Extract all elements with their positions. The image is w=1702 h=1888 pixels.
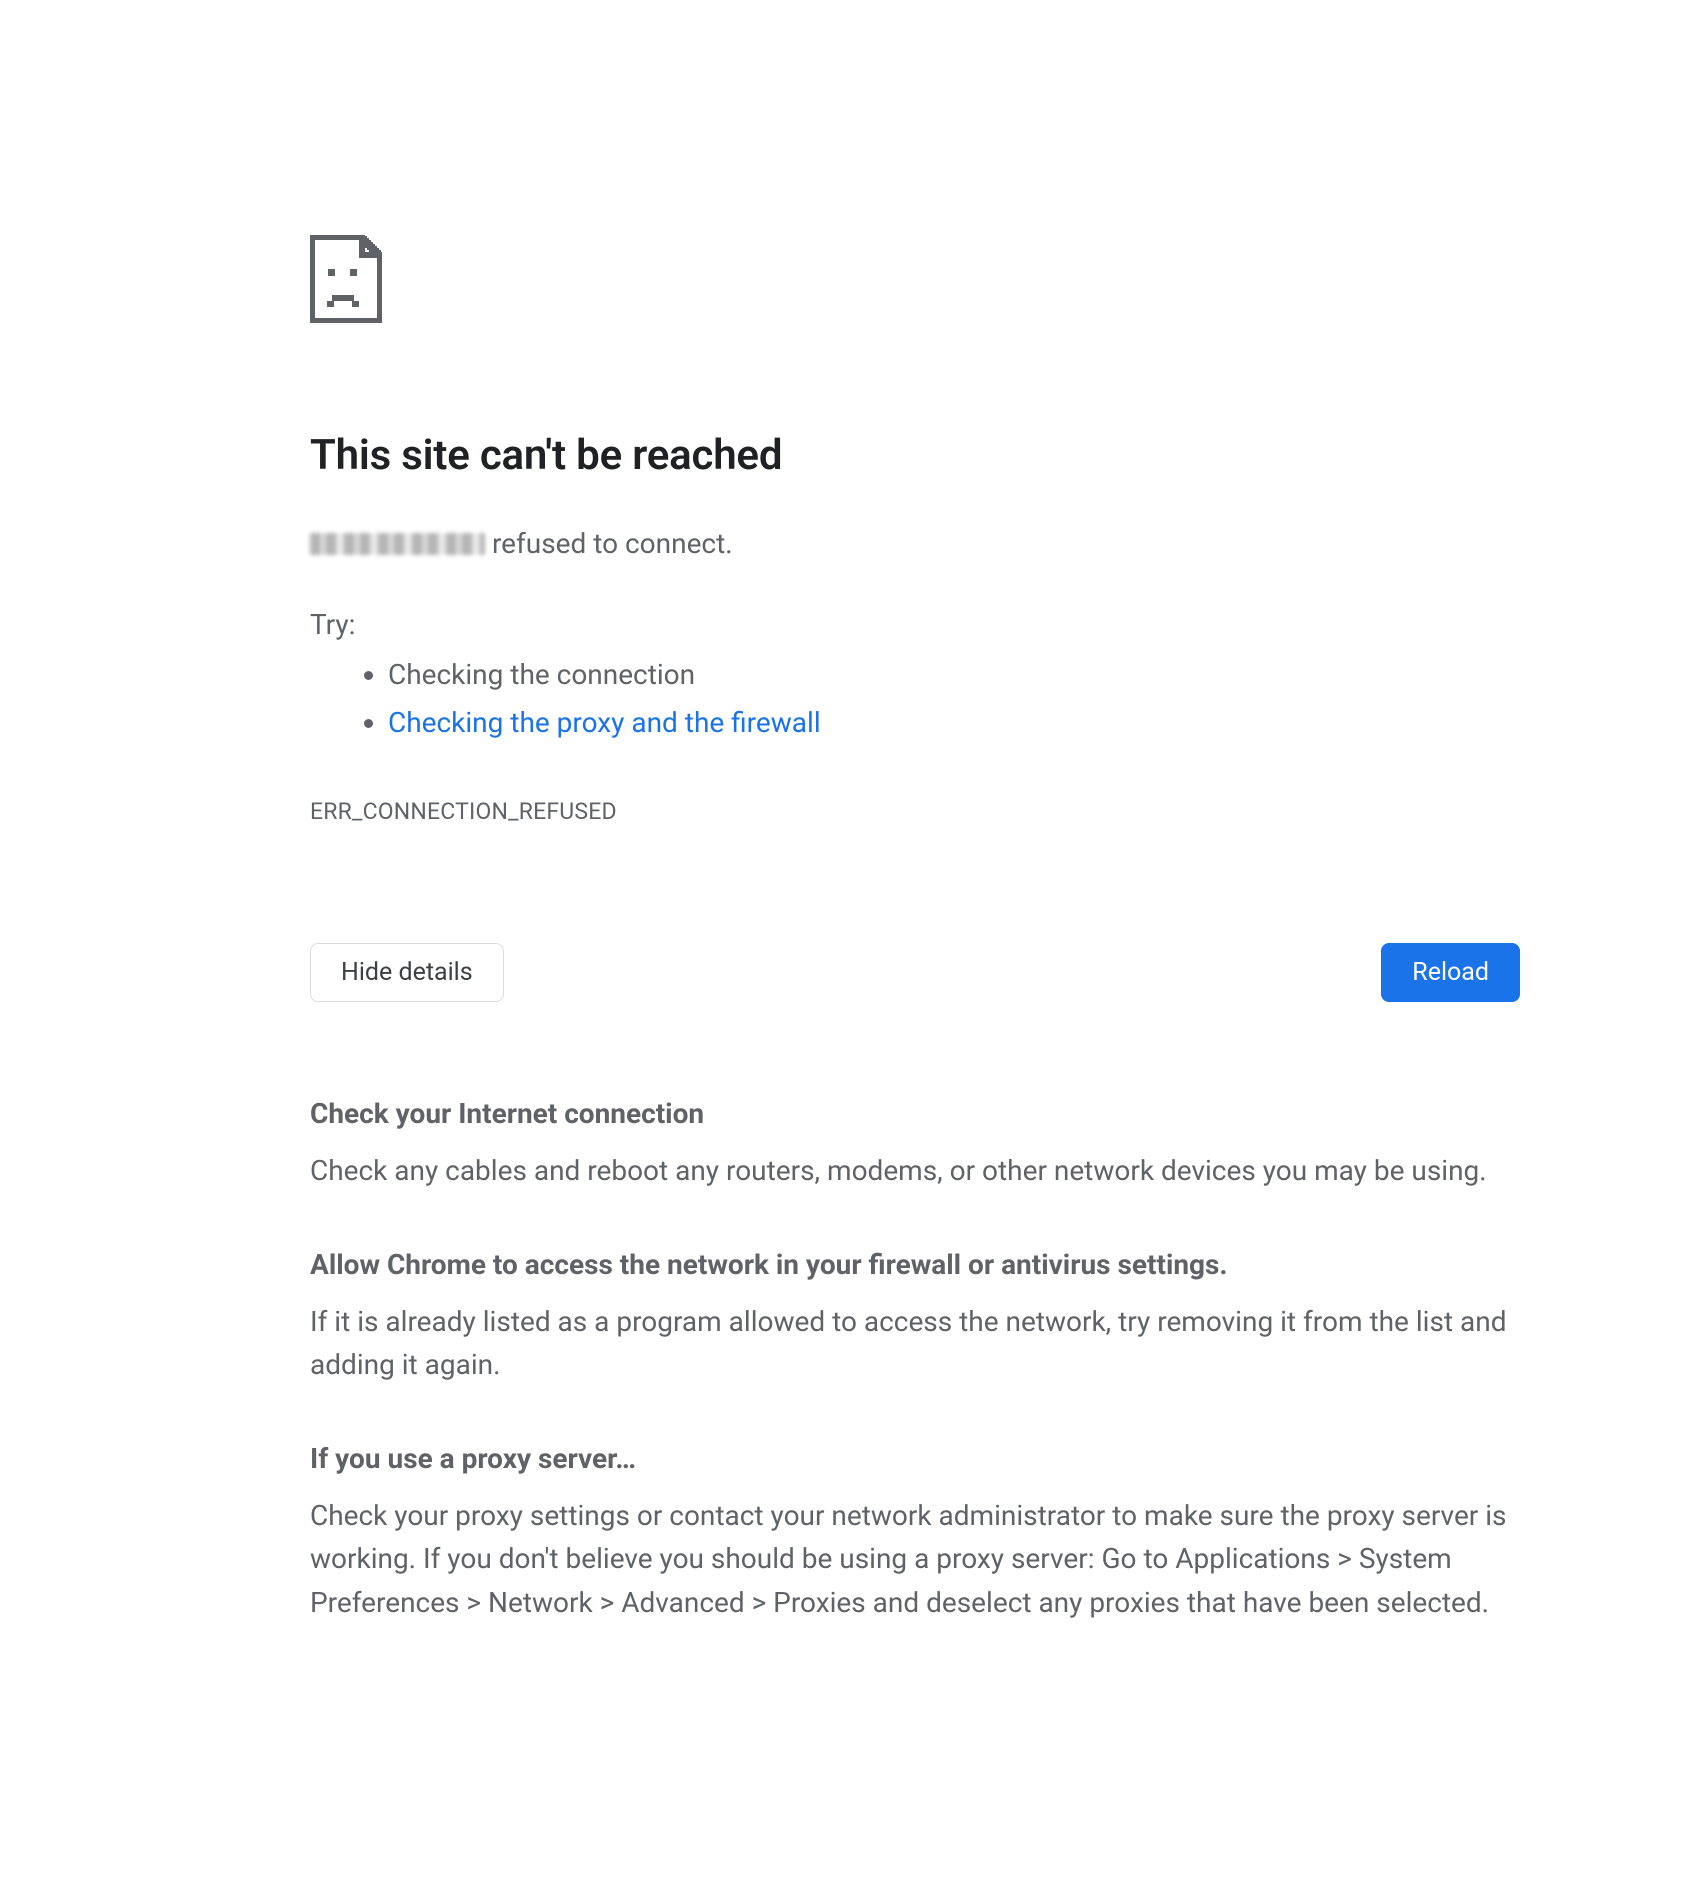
error-summary: refused to connect. (310, 522, 1210, 565)
detail-heading: Check your Internet connection (310, 1094, 1520, 1133)
reload-button[interactable]: Reload (1381, 943, 1520, 1002)
summary-suffix: refused to connect. (485, 527, 733, 560)
detail-proxy: If you use a proxy server… Check your pr… (310, 1439, 1520, 1624)
button-row: Hide details Reload (310, 943, 1520, 1002)
detail-check-connection: Check your Internet connection Check any… (310, 1094, 1520, 1193)
try-item-text: Checking the connection (388, 658, 695, 691)
redacted-host (310, 533, 485, 555)
sad-page-icon (310, 235, 1210, 323)
try-item-proxy-firewall: Checking the proxy and the firewall (388, 699, 1210, 747)
detail-body: Check your proxy settings or contact you… (310, 1494, 1520, 1624)
error-code: ERR_CONNECTION_REFUSED (310, 798, 1210, 825)
error-page: This site can't be reached refused to co… (0, 0, 1210, 1624)
page-title: This site can't be reached (310, 431, 1210, 480)
details-section: Check your Internet connection Check any… (310, 1094, 1520, 1624)
hide-details-button[interactable]: Hide details (310, 943, 504, 1002)
proxy-firewall-link[interactable]: Checking the proxy and the firewall (388, 706, 821, 739)
try-item-connection: Checking the connection (388, 651, 1210, 699)
try-label: Try: (310, 601, 1210, 649)
detail-firewall: Allow Chrome to access the network in yo… (310, 1245, 1520, 1387)
detail-heading: Allow Chrome to access the network in yo… (310, 1245, 1520, 1284)
detail-heading: If you use a proxy server… (310, 1439, 1520, 1478)
detail-body: If it is already listed as a program all… (310, 1300, 1520, 1387)
try-block: Try: Checking the connection Checking th… (310, 601, 1210, 746)
detail-body: Check any cables and reboot any routers,… (310, 1149, 1520, 1192)
